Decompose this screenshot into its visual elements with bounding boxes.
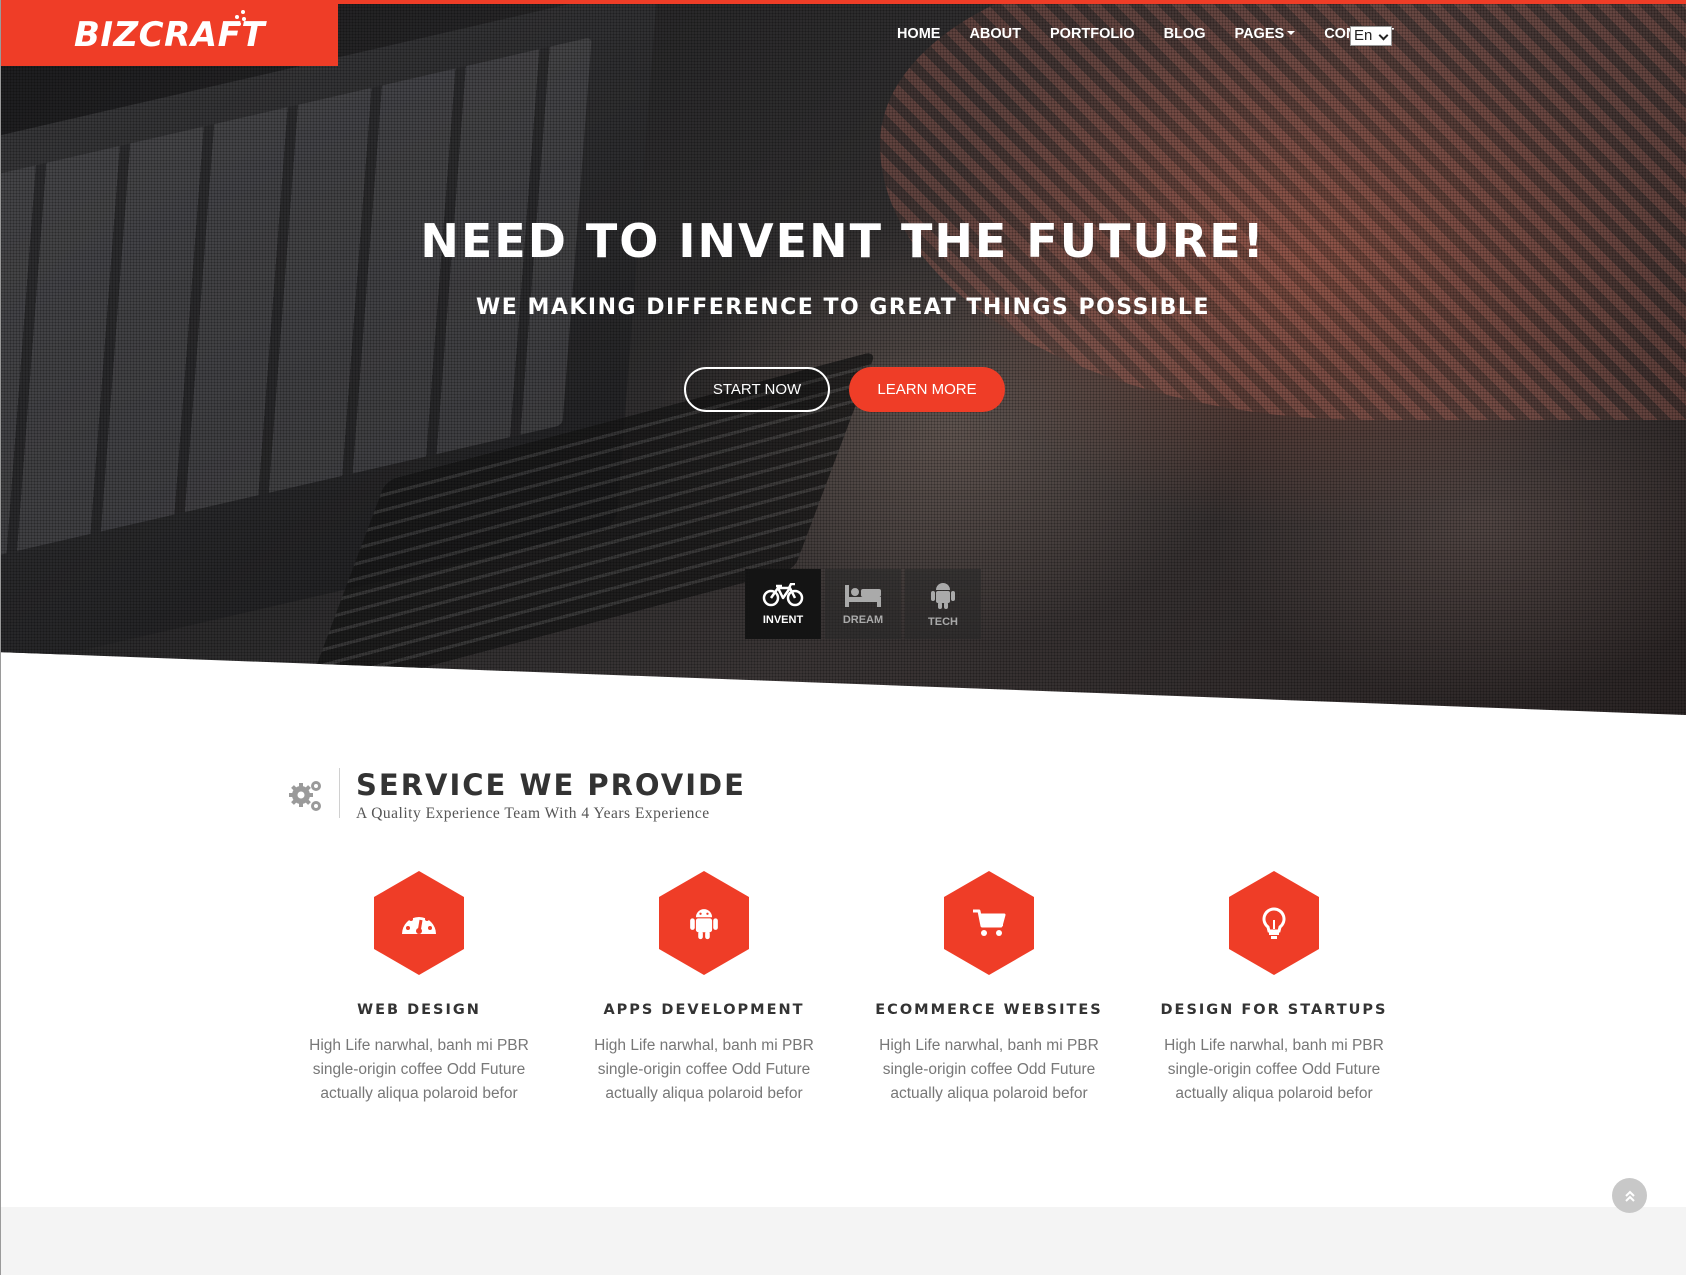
next-section-strip <box>0 1207 1686 1275</box>
logo-dots <box>231 10 249 28</box>
section-subtitle: A Quality Experience Team With 4 Years E… <box>356 804 710 822</box>
bed-icon <box>845 584 881 607</box>
scroll-to-top-button[interactable] <box>1612 1178 1647 1213</box>
start-now-button[interactable]: START NOW <box>684 367 830 412</box>
tab-label: DREAM <box>842 613 884 626</box>
cart-icon <box>973 909 1006 936</box>
nav-item-portfolio[interactable]: PORTFOLIO <box>1050 26 1135 42</box>
service-hexagon <box>374 871 464 975</box>
caret-down-icon <box>1287 31 1296 35</box>
service-hexagon <box>1229 871 1319 975</box>
hero-subtitle: WE MAKING DIFFERENCE TO GREAT THINGS POS… <box>476 295 1210 320</box>
logo[interactable]: BizCraft <box>1 4 338 66</box>
language-select[interactable]: En <box>1350 26 1392 46</box>
nav-item-label: ABOUT <box>969 26 1021 42</box>
service-title: ECOMMERCE WEBSITES <box>875 1002 1103 1018</box>
nav-item-home[interactable]: HOME <box>897 26 941 42</box>
service-ecommerce-websites: ECOMMERCE WEBSITES High Life narwhal, ba… <box>847 871 1131 1106</box>
nav-item-blog[interactable]: BLOG <box>1164 26 1206 42</box>
tab-invent[interactable]: INVENT <box>745 569 821 639</box>
double-chevron-up-icon <box>1624 1190 1635 1202</box>
hero-title: NEED TO INVENT THE FUTURE! <box>420 214 1266 268</box>
gears-icon <box>289 781 321 811</box>
window-edge <box>0 0 1 1275</box>
nav-item-about[interactable]: ABOUT <box>969 26 1021 42</box>
bicycle-icon <box>762 582 804 606</box>
tab-dream[interactable]: DREAM <box>825 569 901 639</box>
section-divider <box>339 768 340 818</box>
lightbulb-icon <box>1262 907 1286 939</box>
service-title: DESIGN FOR STARTUPS <box>1160 1002 1388 1018</box>
nav-item-label: BLOG <box>1163 26 1206 42</box>
dashboard-icon <box>402 913 436 934</box>
main-nav: HOME ABOUT PORTFOLIO BLOG PAGES CONTACT <box>868 26 1394 42</box>
service-apps-development: APPS DEVELOPMENT High Life narwhal, banh… <box>562 871 846 1106</box>
service-text: High Life narwhal, banh mi PBR single-or… <box>1164 1037 1384 1102</box>
tab-tech[interactable]: TECH <box>905 569 981 639</box>
service-text: High Life narwhal, banh mi PBR single-or… <box>879 1037 1099 1102</box>
service-title: WEB DESIGN <box>357 1002 481 1018</box>
service-hexagon <box>944 871 1034 975</box>
service-design-for-startups: DESIGN FOR STARTUPS High Life narwhal, b… <box>1132 871 1416 1106</box>
service-title: APPS DEVELOPMENT <box>603 1002 805 1018</box>
services-list: WEB DESIGN High Life narwhal, banh mi PB… <box>277 871 1417 1106</box>
tab-label: TECH <box>928 615 958 628</box>
nav-item-label: PORTFOLIO <box>1050 26 1135 42</box>
android-icon <box>690 909 718 940</box>
service-text: High Life narwhal, banh mi PBR single-or… <box>309 1037 529 1102</box>
learn-more-button[interactable]: LEARN MORE <box>849 367 1005 412</box>
nav-item-label: HOME <box>896 26 941 42</box>
hero-tabs: INVENT DREAM TECH <box>745 569 985 639</box>
nav-item-pages[interactable]: PAGES <box>1234 26 1296 42</box>
service-web-design: WEB DESIGN High Life narwhal, banh mi PB… <box>277 871 561 1106</box>
section-title: SERVICE WE PROVIDE <box>356 768 746 802</box>
nav-item-label: PAGES <box>1234 26 1285 42</box>
service-hexagon <box>659 871 749 975</box>
service-text: High Life narwhal, banh mi PBR single-or… <box>594 1037 814 1102</box>
chevron-down-icon <box>1378 30 1389 41</box>
language-value: En <box>1354 27 1373 44</box>
android-icon <box>931 582 955 609</box>
tab-label: INVENT <box>762 613 804 626</box>
section-header: SERVICE WE PROVIDE A Quality Experience … <box>288 768 746 823</box>
